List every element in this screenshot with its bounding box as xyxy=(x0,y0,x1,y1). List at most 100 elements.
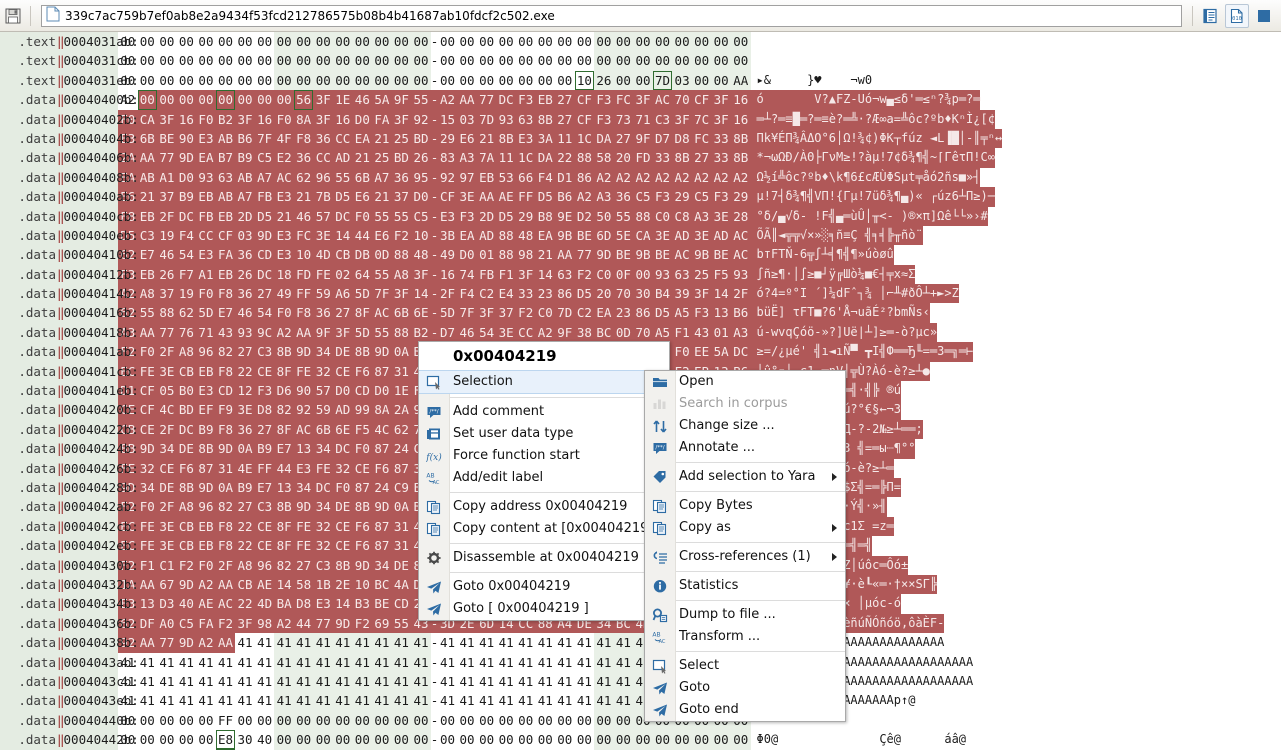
hex-byte[interactable]: 00 xyxy=(313,710,334,731)
hex-byte[interactable]: 00 xyxy=(457,710,477,731)
hex-byte[interactable]: AA xyxy=(215,574,236,595)
hex-byte[interactable]: 9F xyxy=(391,90,412,110)
hex-row[interactable]: .data‖00040404b:E3 6B BE 90 E3 AB B6 7F 4F F8 36 CC… xyxy=(0,128,1281,149)
hex-byte[interactable]: F5 xyxy=(711,264,731,285)
hex-byte[interactable]: 2F xyxy=(157,206,177,226)
hex-byte[interactable]: 00 xyxy=(293,70,314,91)
hex-byte[interactable]: FC xyxy=(293,225,314,246)
hex-byte[interactable]: 00 xyxy=(730,51,751,71)
hex-byte[interactable]: 8B xyxy=(730,148,751,168)
hex-byte[interactable]: 2F xyxy=(730,284,751,304)
hex-byte[interactable]: 59 xyxy=(313,400,334,420)
hex-byte[interactable]: D7 xyxy=(652,128,673,149)
hex-byte[interactable]: 93 xyxy=(196,167,216,188)
hex-byte[interactable]: AC xyxy=(293,419,314,440)
ascii-column[interactable]: ó V?▲FZ-Uó¬w▄≤δ'═≤ⁿ?¾p═?═ xyxy=(750,90,981,110)
hex-byte[interactable]: 31 xyxy=(391,536,412,556)
hex-byte[interactable]: D8 xyxy=(672,128,692,149)
hex-row[interactable]: .data‖0004040cb:F8 EB 2F DC FB EB 2D D5 21 46 57 DC… xyxy=(0,206,1281,226)
hex-byte[interactable]: 0A xyxy=(391,497,412,517)
hex-byte[interactable]: EE xyxy=(691,342,712,362)
hex-byte[interactable]: 00 xyxy=(391,32,412,52)
hex-byte[interactable]: 55 xyxy=(613,206,634,226)
hex-row[interactable]: .data‖00040416b:62 55 88 62 5D E7 46 54 F0 F8 36 27… xyxy=(0,303,1281,323)
hex-byte[interactable]: 3F xyxy=(672,109,692,129)
hex-byte[interactable]: 3F xyxy=(711,90,731,110)
hex-byte[interactable]: F4 xyxy=(535,167,556,188)
hex-byte[interactable]: 00 xyxy=(235,32,255,52)
hex-byte[interactable]: 24 xyxy=(391,439,412,459)
hex-byte[interactable]: 02 xyxy=(333,264,353,285)
hex-byte[interactable]: 8A xyxy=(293,109,314,129)
hex-byte[interactable]: EB xyxy=(196,361,216,382)
hex-byte[interactable]: 00 xyxy=(515,51,536,71)
hex-byte[interactable]: 97 xyxy=(457,167,477,188)
hex-byte[interactable]: AD xyxy=(333,148,353,168)
hex-byte[interactable]: 41 xyxy=(235,633,255,653)
hex-byte[interactable]: 4C xyxy=(157,400,177,420)
hex-byte[interactable]: 3F xyxy=(515,264,536,285)
hex-byte[interactable]: 41 xyxy=(515,691,536,711)
hex-byte[interactable]: 3E xyxy=(691,225,712,246)
hex-byte[interactable]: 26 xyxy=(411,148,431,168)
hex-byte[interactable]: B6 xyxy=(235,128,255,149)
hex-byte[interactable]: D5 xyxy=(333,187,353,207)
hex-byte[interactable]: C9 xyxy=(391,477,412,498)
hex-byte[interactable]: FA xyxy=(215,245,236,265)
hex-byte[interactable]: 9D xyxy=(293,497,314,517)
hex-byte[interactable]: 41 xyxy=(437,671,458,692)
hex-byte[interactable]: 00 xyxy=(176,32,197,52)
hex-byte[interactable]: 00 xyxy=(691,730,712,750)
hex-byte[interactable]: 4E xyxy=(235,458,255,478)
hex-byte[interactable]: 3E xyxy=(652,225,673,246)
hex-bytes[interactable]: 2A AA 77 9D EA B7 B9 C5 E2 36 CC AD 21 25 BD 26-83 A3 7A 1… xyxy=(118,148,751,168)
hex-byte[interactable]: 00 xyxy=(633,264,653,285)
hex-byte[interactable]: 41 xyxy=(293,691,314,711)
hex-byte[interactable]: 29 xyxy=(672,187,692,207)
hex-byte[interactable]: 36 xyxy=(391,167,412,188)
hex-byte[interactable]: 88 xyxy=(574,148,595,168)
hex-byte[interactable]: 33 xyxy=(711,128,731,149)
hex-byte[interactable]: 22 xyxy=(235,361,255,382)
hex-byte[interactable]: 14 xyxy=(333,225,353,246)
hex-byte[interactable]: D0 xyxy=(372,381,392,401)
hex-byte[interactable]: 41 xyxy=(274,633,294,653)
hex-byte[interactable]: 3E xyxy=(157,361,177,382)
hex-byte[interactable]: CF xyxy=(574,90,595,110)
hex-byte[interactable]: F3 xyxy=(652,187,673,207)
hex-byte[interactable]: 00 xyxy=(176,710,197,731)
ascii-column[interactable]: ÕÃ║◄╦╦√×»░╕ñ≡Ç ╣╕╡╠╥ñò¨ xyxy=(750,225,923,246)
hex-byte[interactable]: 57 xyxy=(313,381,334,401)
hex-byte[interactable]: BD xyxy=(176,400,197,420)
hex-byte[interactable]: 90 xyxy=(293,381,314,401)
hex-byte[interactable]: E7 xyxy=(215,303,236,323)
hex-byte[interactable]: 00 xyxy=(333,730,353,750)
hex-byte[interactable]: 41 xyxy=(391,691,412,711)
hex-byte[interactable]: 58 xyxy=(293,574,314,595)
hex-byte[interactable]: 2F xyxy=(157,342,177,362)
hex-byte[interactable]: EA xyxy=(535,225,556,246)
hex-byte[interactable]: F3 xyxy=(691,303,712,323)
hex-byte[interactable]: 00 xyxy=(476,32,497,52)
hex-byte[interactable]: 77 xyxy=(574,245,595,265)
menu-item-transform[interactable]: AB AC Transform ... xyxy=(645,626,845,648)
hex-byte[interactable]: BE xyxy=(574,225,595,246)
hex-byte[interactable]: 49 xyxy=(437,245,458,265)
hex-byte[interactable]: 00 xyxy=(196,90,216,110)
hex-byte[interactable]: 10 xyxy=(293,245,314,265)
hex-byte[interactable]: 00 xyxy=(594,710,614,731)
hex-byte[interactable]: 34 xyxy=(137,477,158,498)
hex-byte[interactable]: 00 xyxy=(352,32,373,52)
hex-byte[interactable]: B4 xyxy=(652,284,673,304)
hex-byte[interactable]: 00 xyxy=(372,730,392,750)
hex-byte[interactable]: 00 xyxy=(274,730,294,750)
hex-byte[interactable]: 41 xyxy=(352,633,373,653)
hex-byte[interactable]: 41 xyxy=(411,652,431,672)
hex-byte[interactable]: 00 xyxy=(535,32,556,52)
hex-byte[interactable]: 41 xyxy=(333,691,353,711)
hex-byte[interactable]: 50 xyxy=(594,206,614,226)
hex-byte[interactable]: FA xyxy=(372,109,392,129)
hex-byte[interactable]: EA xyxy=(196,148,216,168)
hex-byte[interactable]: C0 xyxy=(535,303,556,323)
hex-byte[interactable]: A8 xyxy=(235,555,255,575)
